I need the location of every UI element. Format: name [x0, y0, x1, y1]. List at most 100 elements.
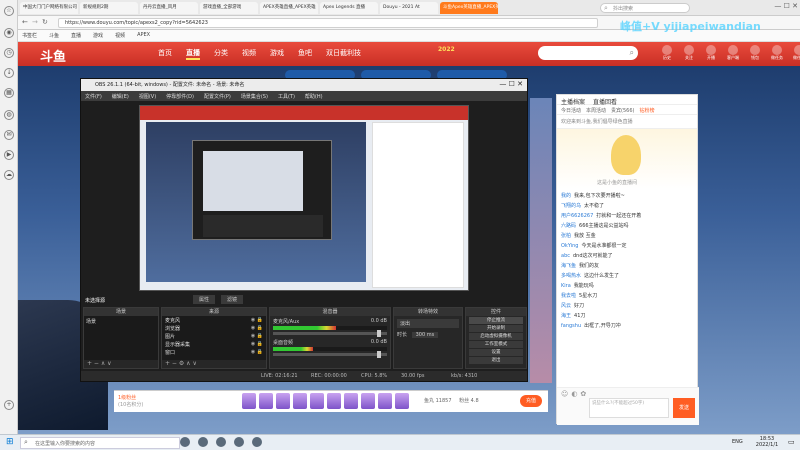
chat-username[interactable]: 六路码 — [561, 223, 576, 229]
visibility-icon[interactable]: ◉ 🔒 — [251, 325, 263, 333]
reload-icon[interactable]: ↻ — [42, 18, 48, 26]
browser-tab[interactable]: 斗鱼Apex英雄直播_APEX英雄官方 — [440, 2, 498, 14]
browser-tab[interactable]: 新规规则2期 — [80, 2, 138, 14]
site-search[interactable]: ⌕ — [538, 46, 638, 60]
site-nav-item[interactable]: 双日截利技 — [326, 48, 361, 60]
source-item[interactable]: 显示器采集 ◉ 🔒 — [165, 341, 263, 349]
chat-username[interactable]: fangshu — [561, 323, 581, 329]
header-shortcut[interactable]: 做任务 — [768, 45, 786, 61]
forward-icon[interactable]: → — [32, 18, 38, 26]
header-shortcut[interactable]: 客户端 — [724, 45, 742, 61]
transition-select[interactable]: 淡出 — [397, 319, 459, 328]
chat-username[interactable]: 海王 — [561, 313, 571, 319]
chat-username[interactable]: OkYing — [561, 243, 578, 249]
gift-item[interactable] — [395, 393, 409, 409]
obs-menu-item[interactable]: 帮助(H) — [305, 93, 323, 100]
chat-username[interactable]: 海飞鱼 — [561, 263, 576, 269]
gift-item[interactable] — [361, 393, 375, 409]
obs-menu-item[interactable]: 编辑(E) — [112, 93, 129, 100]
chat-username[interactable]: 张柏 — [561, 233, 571, 239]
site-logo[interactable]: 斗鱼 — [40, 46, 66, 65]
site-nav-item[interactable]: 视频 — [242, 48, 256, 60]
chrome-icon[interactable] — [180, 437, 190, 447]
visibility-icon[interactable]: ◉ 🔒 — [251, 317, 263, 325]
volume-slider-handle[interactable] — [377, 351, 381, 358]
browser-tab[interactable]: Apex Legends 直播 — [320, 2, 378, 14]
room-tab-profile[interactable]: 主播档案 — [561, 97, 585, 106]
emoji-icon[interactable]: ☺ — [561, 390, 568, 398]
obs-menu-item[interactable]: 工具(T) — [278, 93, 295, 100]
visibility-icon[interactable]: ◉ 🔒 — [251, 349, 263, 357]
obs-menu-item[interactable]: 场景集合(S) — [241, 93, 268, 100]
browser-tab[interactable]: 丹丹云直播_风月 — [140, 2, 198, 14]
chat-input[interactable]: 说些什么?(不能超过50字) — [589, 398, 669, 418]
chat-tab[interactable]: 本周活动 — [586, 107, 606, 114]
url-input[interactable]: https://www.douyu.com/topic/apexs2_copy?… — [65, 20, 208, 26]
bookmark-item[interactable]: 书签栏 — [22, 32, 37, 39]
obs-menu-item[interactable]: 视图(V) — [139, 93, 156, 100]
browser-tab[interactable]: APEX英雄直播_APEX英雄 — [260, 2, 318, 14]
send-button[interactable]: 发送 — [673, 398, 695, 418]
windows-start-icon[interactable]: ⊞ — [6, 437, 14, 447]
source-item[interactable]: 麦克风 ◉ 🔒 — [165, 317, 263, 325]
user-icon[interactable]: ◉ — [4, 28, 14, 38]
obs-window-controls[interactable]: — ☐ ✕ — [499, 80, 523, 88]
chat-icon[interactable]: ✉ — [4, 130, 14, 140]
nav-promo[interactable]: 2022 — [438, 46, 455, 53]
source-item[interactable]: 窗口 ◉ 🔒 — [165, 349, 263, 357]
tab-search-input[interactable]: 抖出搜索 — [613, 5, 633, 12]
obs-control-button[interactable]: 工作室模式 — [469, 341, 523, 348]
browser-tab[interactable]: Douyu - 2021 At — [380, 2, 438, 14]
site-nav-item[interactable]: 鱼吧 — [298, 48, 312, 60]
header-shortcut[interactable]: 关注 — [680, 45, 698, 61]
chat-username[interactable]: 用户6626267 — [561, 213, 593, 219]
volume-slider[interactable] — [273, 351, 387, 358]
scene-item[interactable]: 场景 — [86, 318, 156, 325]
properties-button[interactable]: 属性 — [193, 295, 216, 304]
notification-icon[interactable]: ▭ — [788, 438, 795, 446]
chat-username[interactable]: 飞翔的乌 — [561, 203, 581, 209]
duration-input[interactable]: 300 ms — [411, 332, 439, 338]
header-shortcut[interactable]: 开播 — [702, 45, 720, 61]
obs-control-button[interactable]: 停止推流 — [469, 317, 523, 324]
site-nav-item[interactable]: 分类 — [214, 48, 228, 60]
window-controls[interactable]: — ☐ ✕ — [758, 2, 798, 14]
folder-icon[interactable] — [252, 437, 262, 447]
history-icon[interactable]: ◷ — [4, 48, 14, 58]
chat-tab[interactable]: 今日活动 — [561, 107, 581, 114]
source-controls[interactable]: + − ⚙ ∧ ∨ — [162, 360, 266, 367]
site-nav-item[interactable]: 游戏 — [270, 48, 284, 60]
bookmark-item[interactable]: APEX — [137, 32, 150, 39]
gift-item[interactable] — [259, 393, 273, 409]
taskbar-search-input[interactable]: 在这里输入你要搜索的内容 — [35, 440, 95, 447]
gift-item[interactable] — [344, 393, 358, 409]
chat-username[interactable]: 我的 — [561, 193, 571, 199]
obs-control-button[interactable]: 退出 — [469, 357, 523, 364]
gift-item[interactable] — [378, 393, 392, 409]
cloud-icon[interactable]: ☁ — [4, 170, 14, 180]
filters-button[interactable]: 滤镜 — [221, 295, 244, 304]
obs-control-button[interactable]: 设置 — [469, 349, 523, 356]
douyu-icon[interactable] — [234, 437, 244, 447]
obs-control-button[interactable]: 启动虚拟摄像机 — [469, 333, 523, 340]
volume-slider-handle[interactable] — [377, 330, 381, 337]
source-item[interactable]: 浏览器 ◉ 🔒 — [165, 325, 263, 333]
volume-slider[interactable] — [273, 330, 387, 337]
gift-item[interactable] — [327, 393, 341, 409]
obs-icon[interactable] — [198, 437, 208, 447]
gift-item[interactable] — [276, 393, 290, 409]
obs-control-button[interactable]: 开始录制 — [469, 325, 523, 332]
chat-username[interactable]: 我去啦 — [561, 293, 576, 299]
header-shortcut[interactable]: 钱包 — [746, 45, 764, 61]
site-nav-item[interactable]: 直播 — [186, 48, 200, 60]
visibility-icon[interactable]: ◉ 🔒 — [251, 333, 263, 341]
chat-tab[interactable]: 钻粉榜 — [639, 107, 654, 114]
obs-menu-item[interactable]: 配置文件(P) — [204, 93, 231, 100]
chat-username[interactable]: 多喝热水 — [561, 273, 581, 279]
gift-item[interactable] — [242, 393, 256, 409]
clock-date[interactable]: 2022/1/1 — [752, 442, 782, 448]
back-icon[interactable]: ← — [22, 18, 28, 26]
video-icon[interactable]: ▶ — [4, 150, 14, 160]
obs-menu-item[interactable]: 停靠部件(D) — [166, 93, 194, 100]
gift-item[interactable] — [310, 393, 324, 409]
